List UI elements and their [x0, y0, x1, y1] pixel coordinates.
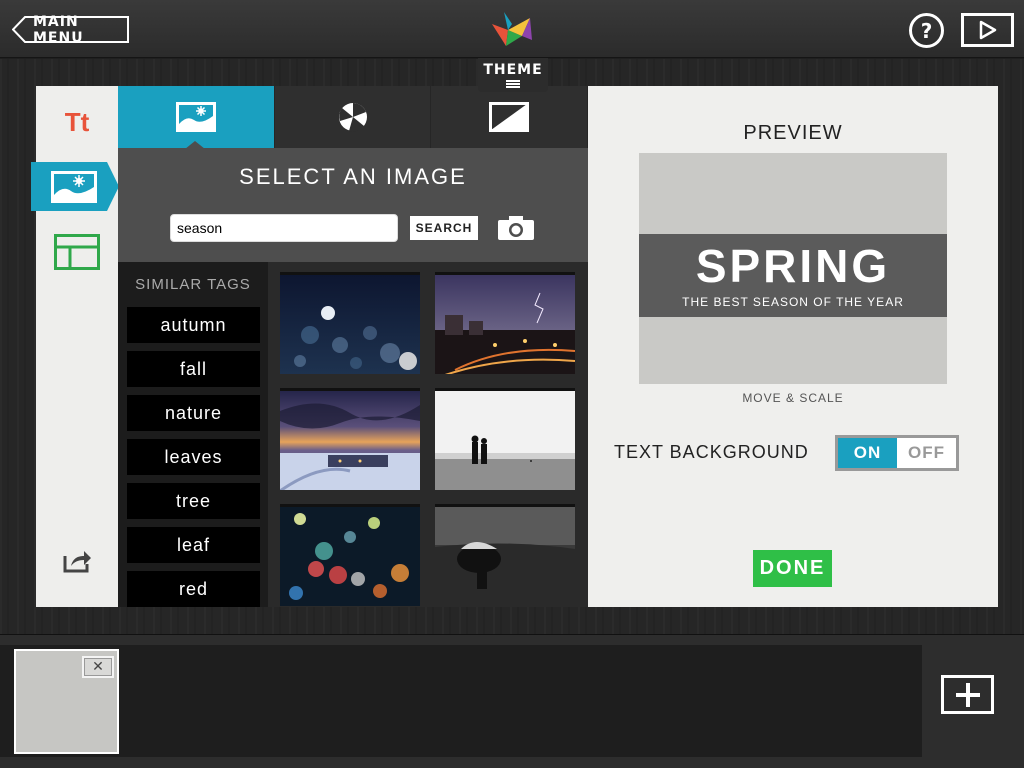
image-icon	[51, 171, 97, 203]
toggle-on-option[interactable]: ON	[838, 438, 897, 468]
similar-tags-list: SIMILAR TAGS autumn fall nature leaves t…	[118, 262, 268, 607]
help-button[interactable]: ?	[909, 13, 944, 48]
slides-track	[0, 645, 922, 757]
tab-image[interactable]	[118, 86, 275, 149]
tag-button[interactable]: nature	[127, 395, 260, 431]
top-bar: MAIN MENU ?	[0, 0, 1024, 58]
slide-thumbnail[interactable]: ✕	[14, 649, 119, 754]
tag-button[interactable]: tree	[127, 483, 260, 519]
text-icon: Tt	[64, 106, 90, 137]
city-lightning-photo	[435, 275, 575, 374]
share-icon	[63, 551, 91, 573]
image-thumbnail[interactable]	[280, 388, 420, 490]
tag-button[interactable]: leaves	[127, 439, 260, 475]
bw-umbrella-photo	[435, 507, 575, 606]
image-thumbnail[interactable]	[435, 504, 575, 606]
image-thumbnail[interactable]	[435, 272, 575, 374]
camera-button[interactable]	[496, 214, 536, 242]
help-icon: ?	[920, 18, 933, 43]
sidebar-item-image[interactable]	[31, 162, 119, 211]
preview-panel: PREVIEW SPRING THE BEST SEASON OF THE YE…	[588, 86, 998, 607]
main-menu-button[interactable]: MAIN MENU	[12, 13, 130, 46]
close-icon[interactable]: ✕	[82, 656, 114, 678]
sidebar-item-layout[interactable]	[36, 234, 118, 270]
image-thumbnail[interactable]	[280, 272, 420, 374]
preview-text-band: SPRING THE BEST SEASON OF THE YEAR	[639, 234, 947, 317]
tag-button[interactable]: fall	[127, 351, 260, 387]
done-button[interactable]: DONE	[753, 550, 832, 587]
slide-preview[interactable]: SPRING THE BEST SEASON OF THE YEAR	[639, 153, 947, 384]
slides-strip: ✕	[0, 634, 1024, 768]
tag-button[interactable]: red	[127, 571, 260, 607]
tab-color-palette[interactable]	[274, 86, 432, 148]
image-search-input[interactable]	[170, 214, 398, 242]
preview-subheading: THE BEST SEASON OF THE YEAR	[682, 294, 904, 309]
add-slide-button[interactable]	[941, 675, 994, 714]
similar-tags-title: SIMILAR TAGS	[135, 276, 251, 293]
sidebar-item-share[interactable]	[36, 546, 118, 576]
tag-button[interactable]: leaf	[127, 527, 260, 563]
rain-bokeh-photo	[280, 275, 420, 374]
menu-lines-icon	[506, 80, 520, 88]
colorful-bokeh-photo	[280, 507, 420, 606]
layout-icon	[54, 234, 100, 270]
image-thumbnail[interactable]	[435, 388, 575, 490]
theme-label: THEME	[483, 62, 543, 78]
move-scale-label: MOVE & SCALE	[742, 391, 844, 405]
sidebar-item-text[interactable]: Tt	[36, 100, 118, 144]
text-background-label: TEXT BACKGROUND	[614, 442, 809, 462]
tag-button[interactable]: autumn	[127, 307, 260, 343]
camera-icon	[498, 216, 534, 240]
filter-contrast-icon	[489, 102, 530, 132]
search-button[interactable]: SEARCH	[410, 216, 478, 240]
preview-title: PREVIEW	[743, 122, 843, 144]
select-image-title: SELECT AN IMAGE	[239, 164, 467, 189]
text-background-toggle[interactable]: ON OFF	[835, 435, 959, 471]
theme-tab[interactable]: THEME	[478, 58, 548, 92]
image-icon	[175, 102, 216, 132]
plus-icon	[955, 682, 980, 707]
play-button[interactable]	[961, 13, 1014, 47]
winter-sunset-photo	[280, 391, 420, 490]
image-panel-tabs	[118, 86, 589, 149]
main-menu-label: MAIN MENU	[33, 13, 84, 46]
preview-heading: SPRING	[695, 239, 891, 292]
app-logo-icon	[492, 12, 532, 46]
image-selection-panel: SELECT AN IMAGE SEARCH SIMILAR TAGS autu…	[118, 86, 589, 607]
couple-silhouette-photo	[435, 391, 575, 490]
play-icon	[979, 20, 996, 40]
toggle-off-option[interactable]: OFF	[897, 438, 956, 468]
color-palette-icon	[338, 103, 367, 132]
tab-filter[interactable]	[431, 86, 589, 148]
image-thumbnail[interactable]	[280, 504, 420, 606]
image-results-grid	[268, 262, 588, 607]
